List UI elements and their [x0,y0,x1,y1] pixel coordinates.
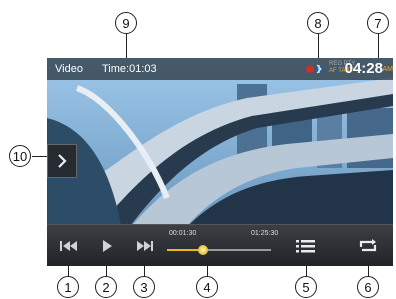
progress-slider[interactable] [167,245,271,255]
side-menu-toggle[interactable] [47,144,77,178]
callout-7: 7 [367,12,389,34]
list-icon [296,240,315,253]
callout-4: 4 [196,276,218,298]
clock-time: 04:28 [344,60,383,77]
next-button[interactable] [130,233,160,259]
play-icon [103,240,112,252]
bluetooth-icon [306,64,323,74]
mode-label: Video [55,63,83,75]
play-button[interactable] [92,233,122,259]
callout-10: 10 [9,145,31,167]
callout-5: 5 [295,276,317,298]
playback-control-bar: 00:01:30 01:25:30 [47,224,393,266]
callout-3: 3 [133,276,155,298]
total-time: 01:25:30 [251,230,279,237]
video-player-screen: Video Time:01:03 REG PTY AF TA TP 04:28 … [47,58,393,266]
previous-button[interactable] [54,233,84,259]
callout-2: 2 [95,276,117,298]
callout-6: 6 [357,276,379,298]
chevron-right-icon [58,154,67,168]
repeat-icon [359,239,377,252]
elapsed-time: 00:01:30 [169,230,197,237]
skip-previous-icon [60,241,77,251]
callout-8: 8 [307,12,329,34]
skip-next-icon [137,241,153,251]
repeat-button[interactable] [353,233,383,259]
status-bar: Video Time:01:03 REG PTY AF TA TP 04:28 … [47,58,393,80]
playlist-button[interactable] [291,233,321,259]
progress-handle[interactable] [198,245,209,255]
callout-1: 1 [57,276,79,298]
playback-time: Time:01:03 [102,63,157,75]
clock-ampm: AM [382,66,394,73]
callout-9: 9 [115,12,137,34]
